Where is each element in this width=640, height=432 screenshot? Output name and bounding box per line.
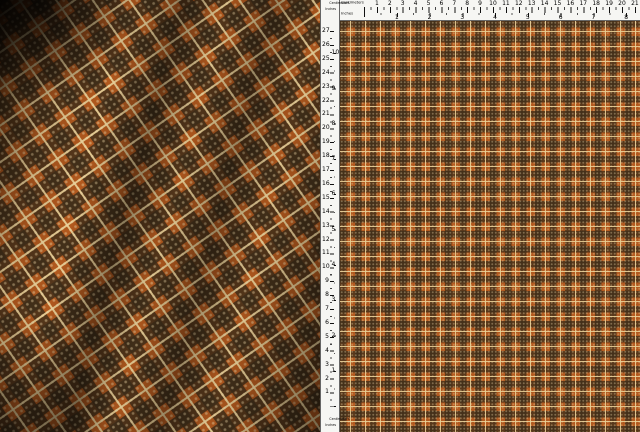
horizontal-ruler: Centimeters Inches 123456789101112131415…	[340, 0, 640, 21]
horizontal-cm-number: 10	[489, 1, 497, 7]
flat-fabric-swatch	[340, 21, 640, 432]
vertical-cm-number: 5	[322, 334, 329, 340]
horizontal-cm-number: 16	[567, 1, 575, 7]
draped-fabric	[0, 0, 321, 432]
vertical-cm-number: 20	[322, 125, 329, 131]
horizontal-ruler-inch-ticks	[364, 13, 640, 17]
vertical-ruler-top-cm-label: Centimeters	[329, 2, 349, 5]
vertical-cm-number: 4	[322, 348, 329, 354]
horizontal-cm-number: 1	[375, 1, 379, 7]
vertical-inch-number: 8	[332, 121, 339, 127]
horizontal-cm-number: 2	[388, 1, 392, 7]
horizontal-inch-number: 6	[559, 15, 563, 21]
horizontal-inch-number: 5	[526, 15, 530, 21]
vertical-cm-number: 25	[322, 56, 329, 62]
vertical-cm-number: 7	[322, 306, 329, 312]
fabric-fold-shadows	[0, 0, 321, 432]
horizontal-cm-number: 7	[452, 1, 456, 7]
vertical-cm-number: 15	[322, 195, 329, 201]
vertical-inch-number: 7	[332, 156, 339, 162]
vertical-cm-number: 19	[322, 139, 329, 145]
vertical-cm-number: 12	[322, 237, 329, 243]
vertical-ruler-bottom-inch-label: Inches	[325, 424, 336, 427]
vertical-cm-number: 9	[322, 278, 329, 284]
horizontal-cm-number: 18	[592, 1, 600, 7]
horizontal-inch-number: 8	[624, 15, 628, 21]
vertical-cm-number: 22	[322, 98, 329, 104]
vertical-ruler-bottom-labels: Centimeters Inches	[321, 418, 339, 430]
vertical-cm-number: 21	[322, 111, 329, 117]
vertical-ruler-top-inch-label: Inches	[325, 8, 336, 11]
vertical-cm-number: 27	[322, 28, 329, 34]
horizontal-inch-number: 4	[493, 15, 497, 21]
horizontal-ruler-inch-label: Inches	[341, 12, 353, 16]
vertical-inch-number: 9	[332, 86, 339, 92]
vertical-cm-number: 16	[322, 181, 329, 187]
horizontal-cm-number: 14	[541, 1, 549, 7]
horizontal-cm-number: 3	[401, 1, 405, 7]
fabric-product-photo: Centimeters Inches 272625242322212019181…	[0, 0, 640, 432]
horizontal-inch-number: 3	[460, 15, 464, 21]
vertical-ruler: Centimeters Inches 272625242322212019181…	[320, 0, 340, 432]
vertical-cm-number: 6	[322, 320, 329, 326]
horizontal-cm-number: 21	[631, 1, 639, 7]
vertical-cm-number: 17	[322, 167, 329, 173]
vertical-inch-number: 2	[332, 333, 339, 339]
horizontal-cm-number: 9	[478, 1, 482, 7]
vertical-cm-number: 23	[322, 84, 329, 90]
vertical-cm-number: 24	[322, 70, 329, 76]
vertical-ruler-top-labels: Centimeters Inches	[321, 2, 339, 14]
horizontal-cm-number: 4	[414, 1, 418, 7]
vertical-cm-number: 8	[322, 292, 329, 298]
vertical-inch-number: 5	[332, 227, 339, 233]
horizontal-cm-number: 15	[554, 1, 562, 7]
horizontal-cm-number: 8	[465, 1, 469, 7]
vertical-inch-number: 6	[332, 191, 339, 197]
horizontal-cm-number: 19	[605, 1, 613, 7]
vertical-cm-number: 11	[322, 250, 329, 256]
vertical-cm-number: 3	[322, 362, 329, 368]
horizontal-cm-number: 11	[502, 1, 510, 7]
vertical-inch-number: 10	[332, 50, 339, 56]
vertical-cm-number: 18	[322, 153, 329, 159]
vertical-ruler-bottom-cm-label: Centimeters	[329, 418, 349, 421]
horizontal-inch-number: 7	[591, 15, 595, 21]
vertical-cm-number: 10	[322, 264, 329, 270]
vertical-cm-number: 2	[322, 376, 329, 382]
vertical-cm-number: 1	[322, 389, 329, 395]
horizontal-inch-number: 2	[428, 15, 432, 21]
vertical-cm-number: 13	[322, 223, 329, 229]
horizontal-inch-number: 1	[395, 15, 399, 21]
vertical-cm-number: 26	[322, 42, 329, 48]
vertical-cm-number: 14	[322, 209, 329, 215]
vertical-inch-number: 4	[332, 262, 339, 268]
horizontal-cm-number: 6	[439, 1, 443, 7]
horizontal-cm-number: 20	[618, 1, 626, 7]
horizontal-cm-number: 12	[515, 1, 523, 7]
vertical-inch-number: 1	[332, 368, 339, 374]
horizontal-cm-number: 5	[427, 1, 431, 7]
horizontal-cm-number: 17	[579, 1, 587, 7]
vertical-inch-number: 3	[332, 297, 339, 303]
horizontal-cm-number: 13	[528, 1, 536, 7]
